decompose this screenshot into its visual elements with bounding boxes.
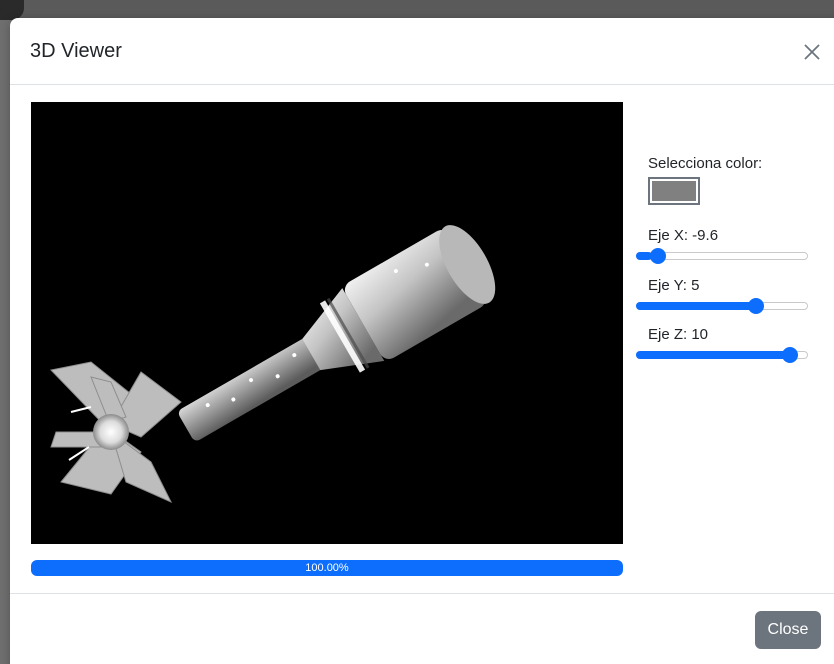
color-label: Selecciona color: xyxy=(648,155,763,172)
slider-thumb[interactable] xyxy=(748,298,764,314)
modal-footer: Close xyxy=(10,593,834,664)
axis-z-label: Eje Z: 10 xyxy=(648,326,709,343)
axis-y-label: Eje Y: 5 xyxy=(648,277,700,294)
progress-bar: 100.00% xyxy=(31,560,623,576)
modal-title: 3D Viewer xyxy=(30,40,122,62)
page-backdrop xyxy=(0,0,834,20)
slider-thumb[interactable] xyxy=(650,248,666,264)
color-picker[interactable] xyxy=(648,177,700,205)
3d-canvas[interactable] xyxy=(31,102,623,544)
slider-fill xyxy=(636,351,794,359)
mortar-shell-3d-model xyxy=(50,225,496,504)
close-x-icon[interactable] xyxy=(800,40,824,64)
color-swatch-fill xyxy=(652,181,696,201)
modal-header: 3D Viewer xyxy=(10,18,834,85)
axis-y-slider[interactable] xyxy=(636,298,808,314)
axis-z-slider[interactable] xyxy=(636,347,808,363)
close-button[interactable]: Close xyxy=(755,611,821,649)
viewer-modal: 3D Viewer 100.00% Selecciona color: Eje … xyxy=(10,18,834,664)
axis-x-label: Eje X: -9.6 xyxy=(648,227,719,244)
slider-fill xyxy=(636,302,760,310)
loading-progress: 100.00% xyxy=(31,560,623,576)
axis-x-slider[interactable] xyxy=(636,248,808,264)
modal-body: 100.00% Selecciona color: Eje X: -9.6 Ej… xyxy=(10,85,834,593)
slider-thumb[interactable] xyxy=(782,347,798,363)
